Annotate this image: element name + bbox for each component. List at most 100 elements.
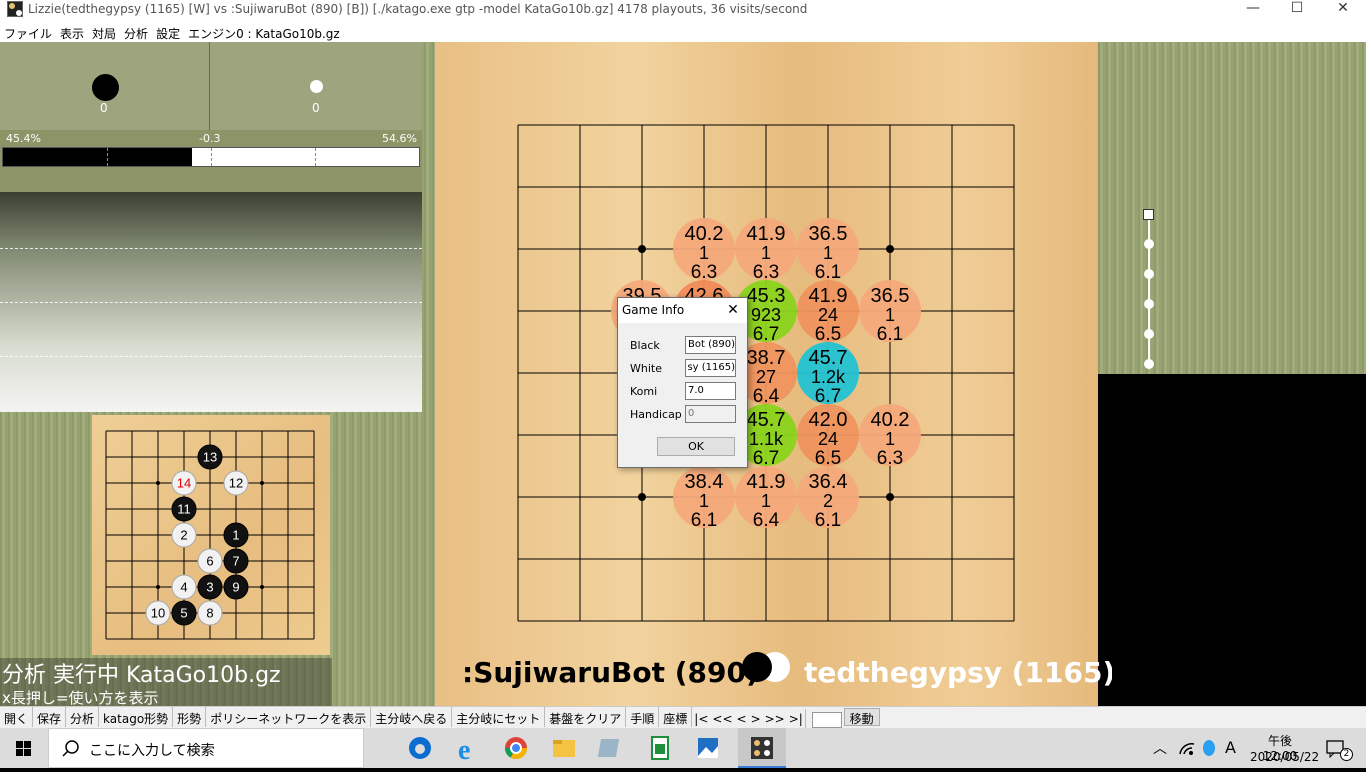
stone-number: 1 (232, 528, 239, 543)
set-main-button[interactable]: 主分岐にセット (452, 707, 546, 727)
edge-icon[interactable] (396, 728, 444, 768)
dialog-close-icon[interactable]: ✕ (724, 302, 742, 320)
komi-field[interactable]: 7.0 (685, 382, 736, 400)
policy-network-button[interactable]: ポリシーネットワークを表示 (206, 707, 372, 727)
search-placeholder: ここに入力して検索 (89, 743, 215, 759)
stone-number: 4 (180, 580, 187, 595)
white-player-field[interactable]: sy (1165) (685, 359, 736, 377)
wifi-icon[interactable] (1178, 740, 1196, 756)
candidate-winrate: 38.7 (747, 347, 786, 369)
candidate-move[interactable]: 41.916.4 (735, 466, 797, 531)
menu-game[interactable]: 対局 (88, 22, 120, 42)
katago-estimate-button[interactable]: katago形勢 (99, 707, 174, 727)
candidate-winrate: 45.7 (809, 347, 848, 369)
candidate-move[interactable]: 40.216.3 (859, 404, 921, 469)
move-number-input[interactable] (811, 711, 842, 728)
black-player-name: :SujiwaruBot (890) (462, 656, 759, 689)
back-to-main-button[interactable]: 主分岐へ戻る (371, 707, 453, 727)
variation-tree-node[interactable] (1144, 329, 1154, 339)
maximize-button[interactable]: ☐ (1274, 0, 1320, 22)
last-move-button[interactable]: >| (787, 709, 806, 729)
app-icon-blue[interactable] (588, 728, 636, 768)
title-bar: Lizzie(tedthegypsy (1165) [W] vs :Sujiwa… (0, 0, 1366, 22)
variation-stone: 6 (197, 548, 223, 574)
candidate-move[interactable]: 42.0246.5 (797, 404, 859, 469)
minimize-button[interactable]: — (1230, 0, 1276, 22)
menu-file[interactable]: ファイル (0, 22, 56, 42)
ok-button[interactable]: OK (657, 437, 735, 456)
variation-tree-node[interactable] (1144, 299, 1154, 309)
variation-tree-current-node[interactable] (1143, 209, 1154, 220)
variation-tree-node[interactable] (1144, 359, 1154, 369)
candidate-visits: 923 (751, 305, 781, 325)
candidate-winrate: 40.2 (871, 409, 910, 431)
candidate-move[interactable]: 36.516.1 (797, 218, 859, 283)
search-icon (62, 740, 79, 757)
svg-text:e: e (458, 735, 470, 766)
candidate-winrate: 41.9 (747, 471, 786, 493)
candidate-visits: 1 (699, 243, 709, 263)
candidate-move[interactable]: 41.9246.5 (797, 280, 859, 345)
file-explorer-icon[interactable] (540, 728, 588, 768)
chevron-up-icon[interactable]: ︿ (1153, 738, 1167, 758)
stone-number: 10 (151, 606, 165, 621)
open-button[interactable]: 開く (0, 707, 34, 727)
coordinates-button[interactable]: 座標 (659, 707, 693, 727)
candidate-score: 6.3 (753, 262, 779, 283)
save-button[interactable]: 保存 (33, 707, 67, 727)
analyze-button[interactable]: 分析 (66, 707, 100, 727)
player-info: :SujiwaruBot (890) tedthegypsy (1165) (462, 652, 1115, 692)
ime-indicator[interactable]: A (1225, 738, 1236, 757)
back-one-button[interactable]: < (735, 709, 749, 729)
window-title: Lizzie(tedthegypsy (1165) [W] vs :Sujiwa… (28, 2, 808, 16)
variation-tree-node[interactable] (1144, 239, 1154, 249)
photos-icon[interactable] (684, 728, 732, 768)
forward-one-button[interactable]: > (749, 709, 763, 729)
stone-number: 8 (206, 606, 213, 621)
internet-explorer-icon[interactable]: e (444, 728, 492, 768)
stone-number: 5 (180, 606, 187, 621)
candidate-move[interactable]: 36.516.1 (859, 280, 921, 345)
variation-stone: 12 (223, 470, 249, 496)
estimate-button[interactable]: 形勢 (173, 707, 207, 727)
candidate-score: 6.1 (815, 262, 841, 283)
variation-stone: 10 (145, 600, 171, 626)
candidate-move[interactable]: 40.216.3 (673, 218, 735, 283)
variation-stone: 9 (223, 574, 249, 600)
candidate-move[interactable]: 45.71.2k6.7 (797, 342, 859, 407)
clear-board-button[interactable]: 碁盤をクリア (545, 707, 627, 727)
goto-move-button[interactable]: 移動 (843, 708, 880, 726)
close-button[interactable]: ✕ (1320, 0, 1366, 22)
main-board[interactable]: 40.2 1 6.3 41.9 1 6.3 36.5 1 6.1 39.5 42.6 45.3 923 6… (435, 42, 1098, 706)
menu-settings[interactable]: 設定 (152, 22, 184, 42)
score-lead: -0.3 (199, 132, 221, 145)
windows-start-icon[interactable] (0, 728, 48, 768)
menu-engine[interactable]: エンジン0 : KataGo10b.gz (184, 22, 344, 42)
variation-board[interactable]: 13 14 12 11 2 1 6 7 4 3 9 10 5 8 (92, 415, 330, 655)
usage-hint: x長押し=使い方を表示 (2, 689, 159, 707)
winrate-graph[interactable] (0, 192, 422, 412)
chrome-icon[interactable] (492, 728, 540, 768)
candidate-move[interactable]: 36.426.1 (797, 466, 859, 531)
onedrive-icon[interactable] (1203, 740, 1215, 756)
back-ten-button[interactable]: << (710, 709, 734, 729)
forward-ten-button[interactable]: >> (763, 709, 787, 729)
candidate-visits: 27 (756, 367, 776, 387)
lizzie-taskbar-icon[interactable] (738, 728, 786, 768)
spreadsheet-icon[interactable] (636, 728, 684, 768)
clock-date[interactable]: 2020/05/22 (1250, 750, 1319, 764)
black-turn-icon (742, 652, 772, 682)
menu-analysis[interactable]: 分析 (120, 22, 152, 42)
right-panel (1098, 42, 1366, 374)
candidate-move[interactable]: 41.916.3 (735, 218, 797, 283)
black-player-field[interactable]: Bot (890) (685, 336, 736, 354)
first-move-button[interactable]: |< (692, 709, 710, 729)
move-numbers-button[interactable]: 手順 (626, 707, 660, 727)
candidate-move[interactable]: 38.416.1 (673, 466, 735, 531)
taskbar-search[interactable]: ここに入力して検索 (48, 728, 364, 768)
variation-tree-node[interactable] (1144, 269, 1154, 279)
menu-view[interactable]: 表示 (56, 22, 88, 42)
variation-stone: 2 (171, 522, 197, 548)
variation-stone: 8 (197, 600, 223, 626)
variation-stone: 5 (171, 600, 197, 626)
